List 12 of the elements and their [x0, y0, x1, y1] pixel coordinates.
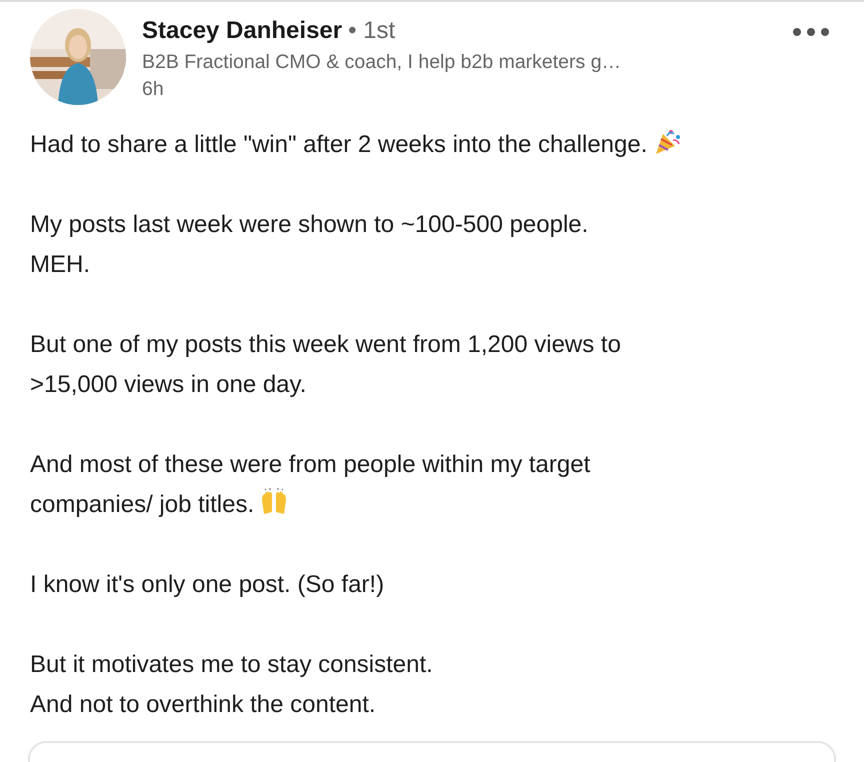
author-headline: B2B Fractional CMO & coach, I help b2b marketers g… — [142, 51, 622, 74]
post-paragraph: But one of my posts this week went from 1,200 views to >15,000 views in one day. — [30, 330, 621, 400]
post-paragraph: Had to share a little "win" after 2 weeks into the challenge. — [30, 125, 682, 165]
raised-hands-icon — [260, 488, 288, 516]
party-popper-icon — [653, 128, 682, 156]
connection-degree: • 1st — [348, 17, 396, 45]
post-paragraph: And most of these were from people within my target companies/ job titles. — [30, 450, 590, 520]
post-time: 6h — [142, 78, 164, 101]
post-paragraph: My posts last week were shown to ~100-500 people. MEH. — [30, 210, 588, 280]
post-paragraph: But it motivates me to stay consistent. And not to overthink the content. — [30, 650, 433, 720]
post-paragraph: I know it's only one post. (So far!) — [30, 570, 384, 600]
author-name[interactable]: Stacey Danheiser — [142, 17, 342, 45]
